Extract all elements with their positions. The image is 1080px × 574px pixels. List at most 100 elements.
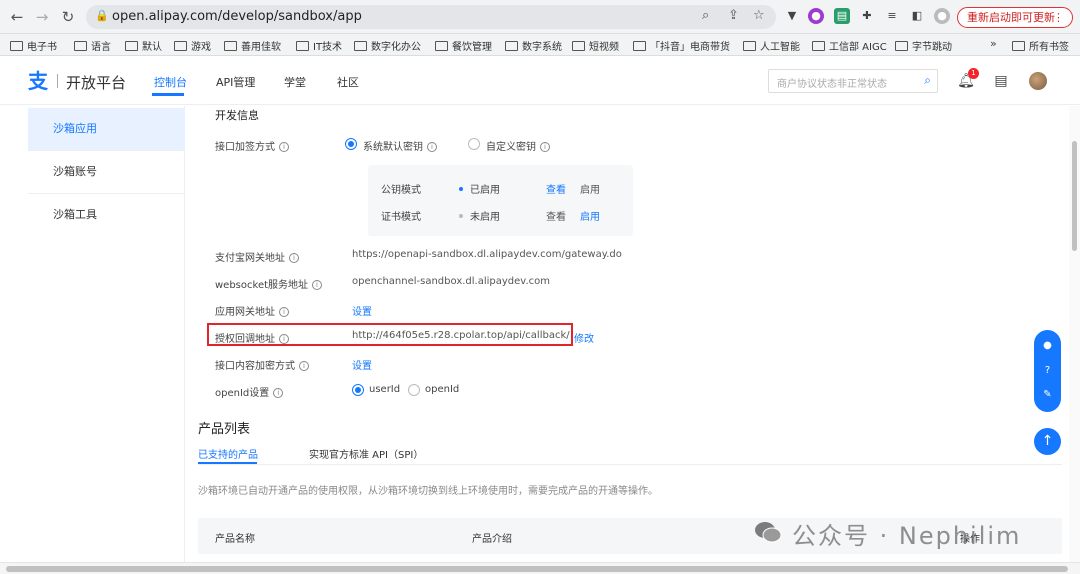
side-panel-icon[interactable]: ◧ xyxy=(909,8,925,24)
option-openid[interactable]: openId xyxy=(425,384,459,395)
cert-mode-label: 证书模式 xyxy=(381,212,421,223)
scrollbar-thumb[interactable] xyxy=(1072,141,1077,251)
profile-icon[interactable]: ● xyxy=(934,8,950,24)
bookmark-star-icon[interactable]: ☆ xyxy=(753,8,765,23)
nav-academy[interactable]: 学堂 xyxy=(284,74,306,90)
search-placeholder: 商户协议状态非正常状态 xyxy=(777,79,887,90)
nav-console[interactable]: 控制台 xyxy=(154,74,187,90)
help-icon[interactable]: ? xyxy=(1041,364,1054,377)
col-product-name: 产品名称 xyxy=(215,534,255,545)
extension-green-icon[interactable]: ▤ xyxy=(834,8,850,24)
tab-supported-products[interactable]: 已支持的产品 xyxy=(198,446,258,461)
info-icon[interactable]: i xyxy=(540,142,550,152)
platform-title[interactable]: 开放平台 xyxy=(66,72,126,93)
sidebar-item-sandbox-tools[interactable]: 沙箱工具 xyxy=(28,194,185,236)
search-input[interactable]: 商户协议状态非正常状态 ⌕ xyxy=(768,69,938,93)
cert-mode-enable-link[interactable]: 启用 xyxy=(580,208,600,223)
bookmark-folder[interactable]: 数字系统 xyxy=(505,38,562,53)
app-gateway-label: 应用网关地址 i xyxy=(215,303,289,318)
callback-label: 授权回调地址 i xyxy=(215,330,289,345)
info-icon[interactable]: i xyxy=(289,253,299,263)
bookmark-folder[interactable]: 「抖音」电商带货 xyxy=(633,38,730,53)
tab-spi-api[interactable]: 实现官方标准 API（SPI） xyxy=(309,446,423,461)
reload-icon[interactable]: ↻ xyxy=(58,7,78,27)
status-dot-icon xyxy=(459,187,463,191)
radio-system-key[interactable] xyxy=(345,138,357,150)
sidebar-item-sandbox-account[interactable]: 沙箱账号 xyxy=(28,151,185,193)
option-userid[interactable]: userId xyxy=(369,384,400,395)
sidebar: 沙箱应用 沙箱账号 沙箱工具 xyxy=(0,106,185,574)
col-product-desc: 产品介绍 xyxy=(472,534,512,545)
bookmark-folder[interactable]: 语言 xyxy=(74,38,111,53)
status-dot-icon xyxy=(459,214,463,218)
bookmark-folder[interactable]: 字节跳动 xyxy=(895,38,952,53)
back-icon[interactable]: ← xyxy=(7,7,27,27)
sign-method-label: 接口加签方式 i xyxy=(215,138,289,153)
more-bookmarks-button[interactable]: » xyxy=(990,37,997,50)
info-icon[interactable]: i xyxy=(279,307,289,317)
info-icon[interactable]: i xyxy=(279,142,289,152)
bookmark-folder[interactable]: 工信部 AIGC xyxy=(812,38,887,53)
avatar[interactable] xyxy=(1029,72,1047,90)
bookmarks-bar: 电子书 语言 默认 游戏 善用佳软 IT技术 数字化办公 餐饮管理 数字系统 短… xyxy=(0,34,1080,56)
sidebar-item-sandbox-app[interactable]: 沙箱应用 xyxy=(28,108,185,150)
nav-community[interactable]: 社区 xyxy=(337,74,359,90)
url-text: open.alipay.com/develop/sandbox/app xyxy=(112,9,362,24)
info-icon[interactable]: i xyxy=(299,361,309,371)
encrypt-set-link[interactable]: 设置 xyxy=(352,357,372,372)
share-icon[interactable]: ⇪ xyxy=(728,8,739,23)
public-key-mode-label: 公钥模式 xyxy=(381,185,421,196)
bookmark-folder[interactable]: 数字化办公 xyxy=(354,38,421,53)
app-gateway-set-link[interactable]: 设置 xyxy=(352,303,372,318)
notification-badge: 1 xyxy=(968,68,979,79)
back-to-top-button[interactable]: ↑ xyxy=(1034,428,1061,455)
callback-edit-link[interactable]: 修改 xyxy=(574,330,594,345)
option-system-key[interactable]: 系统默认密钥 i xyxy=(363,138,437,153)
extension-purple-icon[interactable]: ● xyxy=(808,8,824,24)
all-bookmarks-folder[interactable]: 所有书签 xyxy=(1012,38,1069,53)
bookmark-folder[interactable]: 人工智能 xyxy=(743,38,800,53)
info-icon[interactable]: i xyxy=(273,388,284,398)
horizontal-scrollbar[interactable] xyxy=(0,562,1080,574)
zoom-icon[interactable]: ⌕ xyxy=(702,8,709,23)
document-icon[interactable]: ▤ xyxy=(992,72,1010,90)
search-icon[interactable]: ⌕ xyxy=(924,73,931,88)
bookmark-folder[interactable]: 游戏 xyxy=(174,38,211,53)
bookmark-folder[interactable]: 电子书 xyxy=(10,38,57,53)
restart-update-button[interactable]: 重新启动即可更新 ⋮ xyxy=(957,7,1073,28)
option-custom-key[interactable]: 自定义密钥 i xyxy=(486,138,550,153)
floating-toolbar: ● ? ✎ xyxy=(1034,330,1061,412)
feedback-icon[interactable]: ✎ xyxy=(1041,388,1054,401)
openid-label: openId设置 i xyxy=(215,384,284,399)
alipay-logo-icon[interactable]: 支 xyxy=(28,70,50,92)
public-key-view-link[interactable]: 查看 xyxy=(546,181,566,196)
websocket-label: websocket服务地址 i xyxy=(215,276,323,291)
key-mode-panel xyxy=(368,165,633,236)
extension-v-icon[interactable]: ▼ xyxy=(784,8,800,24)
nav-api-management[interactable]: API管理 xyxy=(216,74,255,90)
menu-dots-icon: ⋮ xyxy=(1053,11,1064,24)
public-key-status: 已启用 xyxy=(459,181,500,196)
chat-icon[interactable]: ● xyxy=(1041,339,1054,352)
radio-openid[interactable] xyxy=(408,384,420,396)
callback-value: http://464f05e5.r28.cpolar.top/api/callb… xyxy=(352,330,570,341)
bookmark-folder[interactable]: 短视频 xyxy=(572,38,619,53)
vertical-scrollbar[interactable] xyxy=(1069,106,1080,562)
info-icon[interactable]: i xyxy=(279,334,289,344)
radio-custom-key[interactable] xyxy=(468,138,480,150)
nav-active-indicator xyxy=(152,93,184,96)
forward-icon[interactable]: → xyxy=(32,7,52,27)
extensions-puzzle-icon[interactable]: ✚ xyxy=(859,8,875,24)
info-icon[interactable]: i xyxy=(312,280,323,290)
gateway-label: 支付宝网关地址 i xyxy=(215,249,299,264)
bookmark-folder[interactable]: 默认 xyxy=(125,38,162,53)
bookmark-folder[interactable]: 餐饮管理 xyxy=(435,38,492,53)
radio-userid[interactable] xyxy=(352,384,364,396)
address-bar[interactable]: 🔒 open.alipay.com/develop/sandbox/app ⌕ … xyxy=(86,5,776,29)
info-icon[interactable]: i xyxy=(427,142,437,152)
bookmark-folder[interactable]: IT技术 xyxy=(296,38,342,53)
reading-list-icon[interactable]: ≡ xyxy=(884,8,900,24)
bookmark-folder[interactable]: 善用佳软 xyxy=(224,38,281,53)
scrollbar-thumb[interactable] xyxy=(6,566,1068,572)
cert-mode-view: 查看 xyxy=(546,212,566,223)
